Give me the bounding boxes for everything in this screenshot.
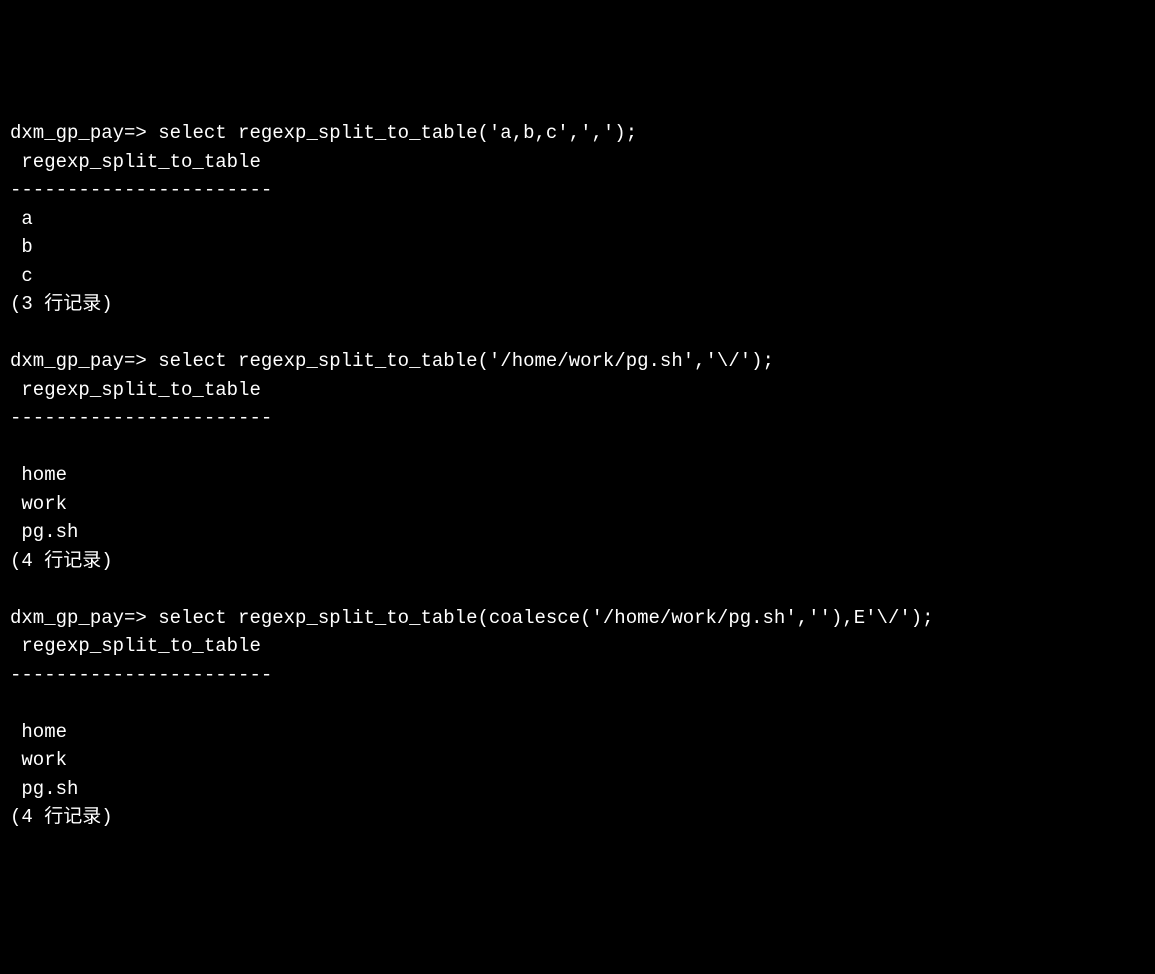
result-row: b [10,233,1145,262]
query-line: dxm_gp_pay=> select regexp_split_to_tabl… [10,347,1145,376]
prompt: dxm_gp_pay=> [10,350,158,372]
result-header: regexp_split_to_table [10,376,1145,405]
sql-command: select regexp_split_to_table('a,b,c',','… [158,122,637,144]
result-row [10,433,1145,462]
blank-line [10,319,1145,348]
query-line: dxm_gp_pay=> select regexp_split_to_tabl… [10,119,1145,148]
result-row: home [10,718,1145,747]
result-row: c [10,262,1145,291]
query-line: dxm_gp_pay=> select regexp_split_to_tabl… [10,604,1145,633]
result-separator: ----------------------- [10,661,1145,690]
result-row: pg.sh [10,518,1145,547]
result-row: a [10,205,1145,234]
result-footer: (4 行记录) [10,547,1145,576]
result-header: regexp_split_to_table [10,632,1145,661]
result-separator: ----------------------- [10,404,1145,433]
sql-command: select regexp_split_to_table('/home/work… [158,350,774,372]
sql-command: select regexp_split_to_table(coalesce('/… [158,607,933,629]
terminal-output[interactable]: dxm_gp_pay=> select regexp_split_to_tabl… [10,119,1145,832]
result-separator: ----------------------- [10,176,1145,205]
blank-line [10,575,1145,604]
result-header: regexp_split_to_table [10,148,1145,177]
result-row: work [10,746,1145,775]
result-footer: (4 行记录) [10,803,1145,832]
result-row: home [10,461,1145,490]
result-footer: (3 行记录) [10,290,1145,319]
prompt: dxm_gp_pay=> [10,122,158,144]
result-row [10,689,1145,718]
result-row: pg.sh [10,775,1145,804]
result-row: work [10,490,1145,519]
prompt: dxm_gp_pay=> [10,607,158,629]
